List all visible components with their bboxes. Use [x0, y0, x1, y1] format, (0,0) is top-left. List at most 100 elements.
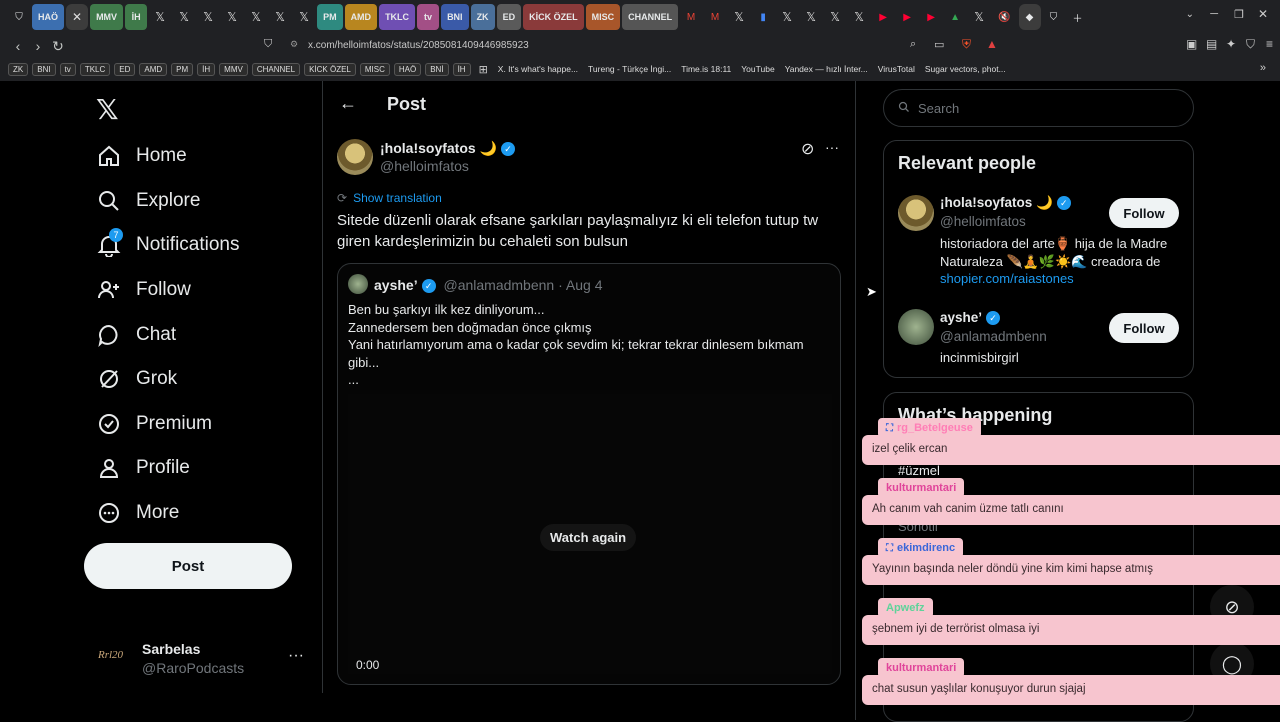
show-translation-link[interactable]: ⟳ Show translation [337, 191, 442, 205]
avatar[interactable] [898, 195, 934, 231]
shield-icon[interactable]: ⛉ [8, 4, 30, 30]
x-tab-icon[interactable]: 𝕏 [800, 4, 822, 30]
tab-group-misc[interactable]: MISC [585, 4, 621, 30]
bookmark-folder[interactable]: tv [59, 62, 76, 76]
bookmark-folder[interactable]: HAÖ [393, 62, 422, 76]
drive-tab-icon[interactable]: ▲ [944, 4, 966, 30]
x-tab-icon[interactable]: 𝕏 [197, 4, 219, 30]
bookmark-folder[interactable]: İH [197, 62, 216, 76]
follow-button[interactable]: Follow [1109, 198, 1179, 228]
nav-home[interactable]: Home [96, 136, 187, 176]
person-name-row[interactable]: ¡hola!soyfatos 🌙 ✓ [940, 195, 1071, 211]
bookmark-folder[interactable]: MISC [359, 62, 390, 76]
bookmark-folder[interactable]: İH [452, 62, 471, 76]
vpn-icon[interactable]: ⛉ [1246, 37, 1255, 52]
avatar[interactable] [337, 139, 373, 175]
mute-tab-icon[interactable]: 🔇 [992, 4, 1016, 30]
bookmark-link[interactable]: X. It's what's happe... [498, 64, 578, 74]
zoom-icon[interactable]: ⌕ [910, 38, 916, 51]
tweet-author-row[interactable]: ¡hola!soyfatos 🌙 ✓ [380, 140, 515, 157]
nav-follow[interactable]: Follow [96, 270, 191, 310]
tab-group-kick[interactable]: KİCK ÖZEL [523, 4, 584, 30]
person-name[interactable]: ¡hola!soyfatos 🌙 [940, 195, 1053, 210]
bookmark-folder[interactable]: ED [114, 62, 136, 76]
docs-tab-icon[interactable]: ▮ [752, 4, 774, 30]
gmail-tab-icon[interactable]: M [704, 4, 726, 30]
nav-premium[interactable]: Premium [96, 404, 212, 444]
person-handle[interactable]: @anlamadmbenn [940, 329, 1047, 344]
account-switcher[interactable]: Rrl20 Sarbelas @RaroPodcasts ··· [96, 641, 318, 681]
tab-search-chevron-down-icon[interactable]: ⌄ [1186, 9, 1194, 20]
minimize-icon[interactable]: ─ [1210, 8, 1218, 20]
search-input[interactable]: Search [883, 89, 1194, 127]
nav-more[interactable]: More [96, 493, 179, 533]
bookmark-link[interactable]: YouTube [741, 64, 774, 74]
back-arrow-icon[interactable]: ← [339, 93, 357, 114]
back-icon[interactable]: ‹ [8, 38, 28, 54]
youtube-tab-icon[interactable]: ▶ [872, 4, 894, 30]
x-tab-icon[interactable]: 𝕏 [968, 4, 990, 30]
tab-group-amd[interactable]: AMD [344, 4, 378, 30]
tab-group-tv[interactable]: tv [417, 4, 440, 30]
person-name-row[interactable]: ayshe’ ✓ [940, 310, 1001, 326]
bookmark-folder[interactable]: PM [171, 62, 194, 76]
bookmark-link[interactable]: Time.is 18:11 [681, 64, 731, 74]
restore-icon[interactable]: ❐ [1234, 8, 1244, 21]
tab-group-pm[interactable]: PM [317, 4, 343, 30]
tab-active-close-icon[interactable]: ✕ [66, 4, 89, 30]
tab-group-hao[interactable]: HAÖ [32, 4, 64, 30]
tab-group-channel[interactable]: CHANNEL [622, 4, 679, 30]
x-logo-icon[interactable]: 𝕏 [96, 93, 119, 126]
reload-icon[interactable]: ↻ [48, 38, 68, 55]
url-text[interactable]: x.com/helloimfatos/status/20850814094469… [308, 40, 529, 51]
nav-explore[interactable]: Explore [96, 181, 200, 221]
x-tab-icon[interactable]: 𝕏 [149, 4, 171, 30]
youtube-tab-icon[interactable]: ▶ [896, 4, 918, 30]
bookmarks-overflow-icon[interactable]: » [1260, 62, 1266, 74]
tab-group-ih[interactable]: İH [125, 4, 148, 30]
trend-item[interactable]: #üzmel [898, 463, 940, 478]
tab-group-mmv[interactable]: MMV [90, 4, 124, 30]
bookmark-folder[interactable]: ZK [8, 62, 29, 76]
x-tab-icon[interactable]: 𝕏 [221, 4, 243, 30]
grok-icon[interactable]: ⊘ [801, 139, 814, 159]
active-tab-icon[interactable]: ◆ [1018, 4, 1041, 30]
bookmark-folder[interactable]: MMV [219, 62, 248, 76]
apps-grid-icon[interactable]: ⊞ [479, 63, 488, 76]
bookmark-folder[interactable]: BNI [32, 62, 56, 76]
bookmark-link[interactable]: Yandex — hızlı İnter... [785, 64, 868, 74]
x-tab-icon[interactable]: 𝕏 [776, 4, 798, 30]
shield-icon[interactable]: ⛉ [1043, 4, 1065, 30]
extensions-icon[interactable]: ✦ [1226, 37, 1236, 51]
bookmark-link[interactable]: Sugar vectors, phot... [925, 64, 1006, 74]
x-tab-icon[interactable]: 𝕏 [245, 4, 267, 30]
bookmark-icon[interactable]: ⛉ [264, 38, 272, 51]
bio-link[interactable]: shopier.com/raiastones [940, 271, 1074, 286]
sidebar-toggle-icon[interactable]: ▣ [1186, 37, 1197, 51]
post-button[interactable]: Post [84, 543, 292, 589]
tab-group-bni[interactable]: BNI [441, 4, 469, 30]
x-tab-icon[interactable]: 𝕏 [728, 4, 750, 30]
new-tab-icon[interactable]: ＋ [1067, 4, 1089, 30]
avatar[interactable] [898, 309, 934, 345]
youtube-tab-icon[interactable]: ▶ [920, 4, 942, 30]
nav-grok[interactable]: Grok [96, 359, 177, 399]
x-tab-icon[interactable]: 𝕏 [848, 4, 870, 30]
more-dots-icon[interactable]: ··· [825, 139, 839, 155]
bookmark-link[interactable]: VirusTotal [878, 64, 915, 74]
person-handle[interactable]: @helloimfatos [940, 214, 1026, 229]
bookmark-folder[interactable]: AMD [139, 62, 168, 76]
forward-icon[interactable]: › [28, 38, 48, 54]
tab-group-zk[interactable]: ZK [470, 4, 495, 30]
bookmark-link[interactable]: Tureng - Türkçe İngi... [588, 64, 671, 74]
follow-button[interactable]: Follow [1109, 313, 1179, 343]
tweet-author-handle[interactable]: @helloimfatos [380, 158, 469, 174]
bookmark-folder[interactable]: BNİ [425, 62, 449, 76]
more-dots-icon[interactable]: ··· [288, 647, 304, 665]
wallet-icon[interactable]: ▤ [1206, 37, 1217, 51]
brave-shield-icon[interactable]: ⛨ [962, 37, 971, 52]
video-player[interactable]: Watch again 0:00 [348, 394, 832, 674]
quoted-tweet[interactable]: ayshe’ ✓ @anlamadmbenn · Aug 4 Ben bu şar… [337, 263, 841, 685]
bookmark-folder[interactable]: KİCK ÖZEL [304, 62, 356, 76]
person-name[interactable]: ayshe’ [940, 310, 982, 325]
